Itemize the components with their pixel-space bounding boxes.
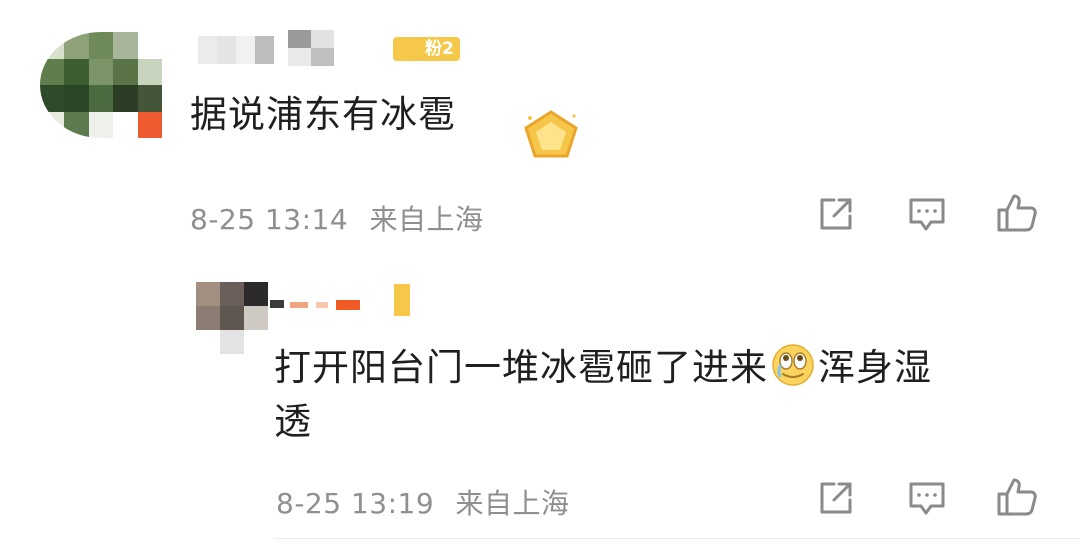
reply-text: 打开阳台门一堆冰雹砸了进来 浑身湿 透 — [274, 342, 1054, 446]
reply-avatar[interactable] — [196, 282, 268, 354]
reply-item: 打开阳台门一堆冰雹砸了进来 浑身湿 透 8-25 13:19 来自上海 — [0, 270, 1080, 544]
smiling-tear-emoji — [770, 342, 816, 399]
timestamp: 8-25 13:14 — [190, 203, 349, 236]
reply-username[interactable] — [270, 298, 360, 312]
comment-icon[interactable] — [908, 196, 946, 234]
fan-badge-label: 粉2 — [425, 39, 454, 59]
reply-share-icon[interactable] — [818, 480, 854, 516]
reply-text-line2: 透 — [274, 400, 312, 444]
comment-text: 据说浦东有冰雹 — [190, 93, 456, 136]
share-icon[interactable] — [818, 196, 854, 232]
fan-badge: 粉2 — [393, 37, 460, 61]
comment-meta: 8-25 13:14 来自上海 — [190, 198, 484, 238]
reply-thumbs-up-icon[interactable] — [996, 476, 1038, 518]
avatar[interactable] — [40, 32, 162, 138]
reply-location: 来自上海 — [455, 487, 570, 520]
thumbs-up-icon[interactable] — [996, 192, 1038, 234]
reply-text-after-emoji: 浑身湿 — [818, 346, 932, 389]
gold-medal-icon — [520, 108, 582, 164]
reply-comment-icon[interactable] — [908, 480, 946, 518]
username[interactable] — [198, 36, 274, 64]
reply-badge — [394, 284, 410, 316]
reply-meta: 8-25 13:19 来自上海 — [276, 482, 570, 522]
username-extra — [288, 30, 334, 66]
reply-text-line1: 打开阳台门一堆冰雹砸了进来 — [274, 346, 768, 389]
reply-timestamp: 8-25 13:19 — [276, 487, 435, 520]
comment-item: 粉2 据说浦东有冰雹 8-25 13:14 来自上海 — [0, 0, 1080, 260]
location: 来自上海 — [369, 203, 484, 236]
divider — [274, 538, 1080, 539]
